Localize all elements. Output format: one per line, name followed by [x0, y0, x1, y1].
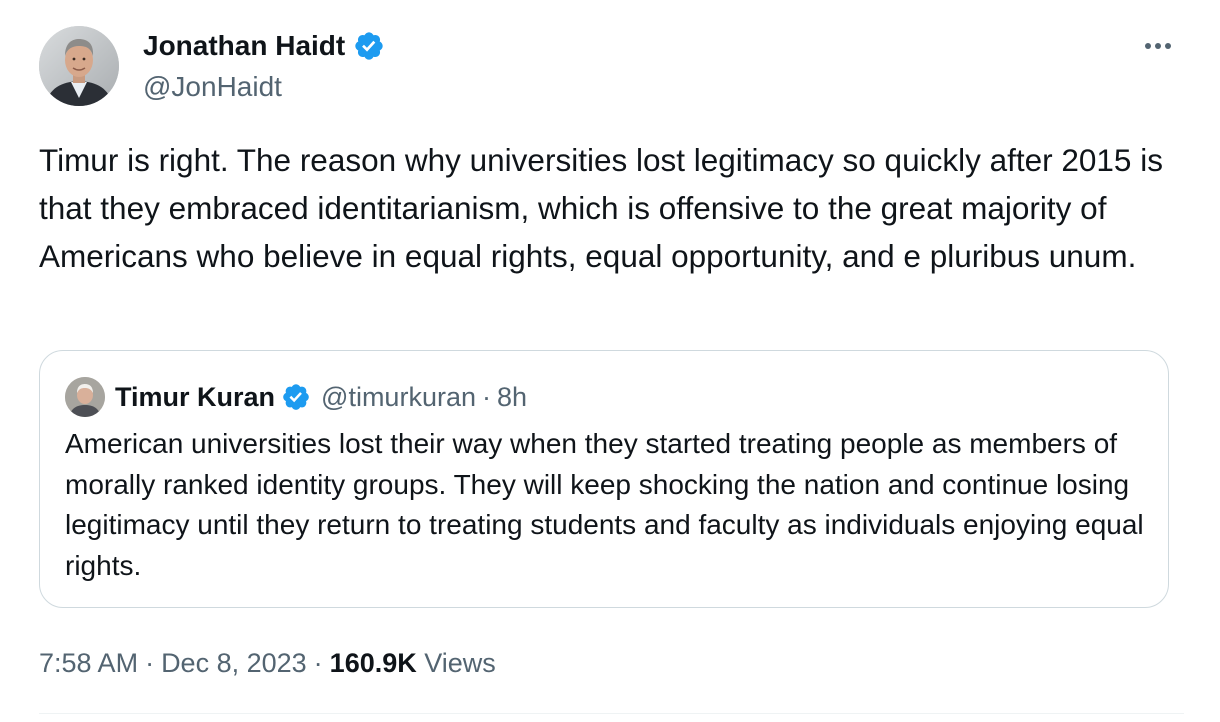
author-name[interactable]: Jonathan Haidt [143, 29, 345, 63]
tweet: Jonathan Haidt @JonHaidt Timur is right.… [0, 0, 1220, 722]
tweet-date[interactable]: Dec 8, 2023 [161, 648, 307, 678]
views-label: Views [424, 648, 496, 678]
divider [39, 713, 1184, 714]
meta-separator: · [313, 648, 323, 678]
tweet-text: Timur is right. The reason why universit… [39, 142, 1163, 274]
author-avatar-image [39, 26, 119, 106]
views-count: 160.9K [329, 648, 417, 678]
author-handle[interactable]: @JonHaidt [143, 70, 282, 104]
quoted-timestamp[interactable]: 8h [497, 382, 527, 413]
quoted-author-avatar-image [65, 377, 105, 417]
quoted-author-name[interactable]: Timur Kuran [115, 382, 275, 413]
quoted-author-avatar[interactable] [65, 377, 105, 417]
author-name-row: Jonathan Haidt [143, 29, 385, 63]
author-avatar[interactable] [39, 26, 119, 106]
quoted-verified-badge-icon[interactable] [281, 382, 311, 412]
quoted-tweet-text: American universities lost their way whe… [65, 428, 1144, 581]
quoted-tweet-card[interactable]: Timur Kuran @timurkuran · 8h American un… [39, 350, 1169, 608]
verified-badge-icon[interactable] [353, 30, 385, 62]
quoted-author-handle[interactable]: @timurkuran [321, 382, 476, 413]
tweet-metadata: 7:58 AM · Dec 8, 2023 · 160.9K Views [39, 643, 496, 683]
tweet-time[interactable]: 7:58 AM [39, 648, 138, 678]
more-dots-icon [1145, 43, 1171, 49]
quoted-separator: · [481, 381, 491, 412]
more-options-button[interactable] [1140, 30, 1176, 62]
quoted-tweet-header: Timur Kuran @timurkuran · 8h [65, 377, 527, 417]
meta-separator: · [145, 648, 155, 678]
